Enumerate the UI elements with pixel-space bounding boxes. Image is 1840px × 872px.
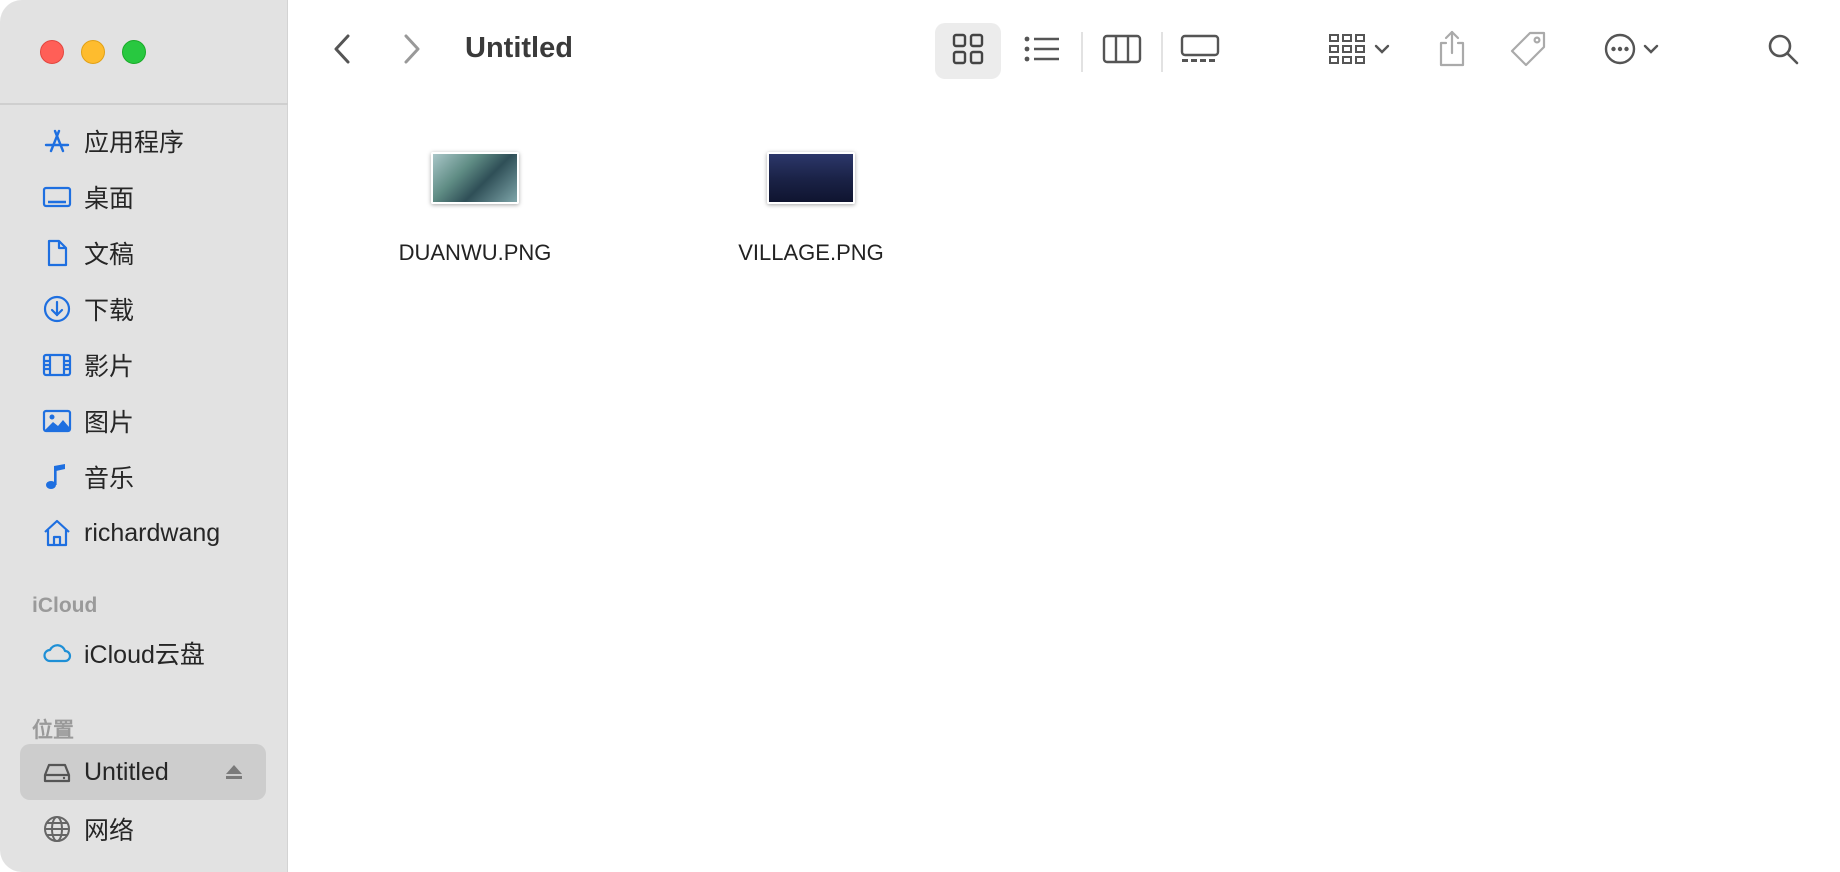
- search-button[interactable]: [1755, 23, 1811, 79]
- file-name: DUANWU.PNG: [398, 240, 552, 265]
- music-icon: [20, 461, 84, 493]
- chevron-right-icon: [400, 32, 422, 71]
- toolbar-divider: [1161, 32, 1163, 72]
- sidebar-item-label: 图片: [84, 409, 135, 437]
- file-item[interactable]: DUANWU.PNG: [365, 152, 585, 266]
- tag-button[interactable]: [1501, 23, 1555, 79]
- file-browser-content: DUANWU.PNG VILLAGE.PNG: [289, 104, 1840, 872]
- sidebar-item-label: 应用程序: [84, 129, 185, 157]
- sidebar-item-pictures[interactable]: 图片: [20, 393, 266, 449]
- sidebar-item-label: richardwang: [84, 518, 221, 547]
- group-button[interactable]: [1319, 23, 1399, 79]
- sidebar-item-untitled-drive[interactable]: Untitled: [20, 744, 266, 800]
- forward-button[interactable]: [393, 26, 429, 76]
- sidebar-item-music[interactable]: 音乐: [20, 449, 266, 505]
- window-controls: [40, 40, 146, 64]
- back-button[interactable]: [325, 26, 361, 76]
- desktop-icon: [20, 181, 84, 213]
- photo-icon: [20, 405, 84, 437]
- group-icon: [1328, 32, 1368, 71]
- sidebar-item-applications[interactable]: 应用程序: [20, 113, 266, 169]
- zoom-window-button[interactable]: [122, 40, 146, 64]
- list-view-button[interactable]: [1009, 23, 1075, 79]
- toolbar-divider: [1081, 32, 1083, 72]
- ellipsis-circle-icon: [1603, 32, 1637, 71]
- sidebar-item-documents[interactable]: 文稿: [20, 225, 266, 281]
- list-view-icon: [1023, 34, 1061, 69]
- sidebar-item-label: Untitled: [84, 757, 169, 786]
- file-item[interactable]: VILLAGE.PNG: [701, 152, 921, 266]
- toolbar: Untitled: [289, 0, 1840, 104]
- column-view-icon: [1102, 33, 1142, 70]
- chevron-down-icon: [1643, 42, 1659, 60]
- column-view-button[interactable]: [1089, 23, 1155, 79]
- sidebar-item-label: 桌面: [84, 185, 135, 213]
- more-actions-button[interactable]: [1591, 23, 1671, 79]
- sidebar-item-network[interactable]: 网络: [20, 801, 266, 857]
- close-window-button[interactable]: [40, 40, 64, 64]
- share-button[interactable]: [1425, 23, 1479, 79]
- image-thumbnail: [431, 152, 519, 204]
- image-thumbnail: [767, 152, 855, 204]
- applications-icon: [20, 125, 84, 157]
- sidebar: 应用程序 桌面 文稿 下载 影片 图片 音乐 richardwang iClou…: [0, 0, 288, 872]
- minimize-window-button[interactable]: [81, 40, 105, 64]
- tag-icon: [1508, 29, 1548, 74]
- globe-icon: [20, 813, 84, 845]
- sidebar-item-label: 影片: [84, 353, 135, 381]
- sidebar-item-label: 音乐: [84, 465, 135, 493]
- drive-icon: [20, 756, 84, 788]
- sidebar-item-label: 下载: [84, 297, 135, 325]
- sidebar-item-desktop[interactable]: 桌面: [20, 169, 266, 225]
- sidebar-item-movies[interactable]: 影片: [20, 337, 266, 393]
- home-icon: [20, 517, 84, 549]
- sidebar-item-icloud-drive[interactable]: iCloud云盘: [20, 625, 266, 681]
- sidebar-item-label: 网络: [84, 817, 135, 845]
- window-title: Untitled: [465, 32, 573, 64]
- sidebar-item-label: 文稿: [84, 241, 135, 269]
- file-name: VILLAGE.PNG: [738, 240, 884, 265]
- icon-view-button[interactable]: [935, 23, 1001, 79]
- film-icon: [20, 349, 84, 381]
- finder-window: 应用程序 桌面 文稿 下载 影片 图片 音乐 richardwang iClou…: [0, 0, 1840, 872]
- sidebar-divider: [0, 103, 288, 105]
- download-icon: [20, 293, 84, 325]
- sidebar-heading-icloud: iCloud: [32, 594, 98, 617]
- sidebar-item-downloads[interactable]: 下载: [20, 281, 266, 337]
- gallery-view-icon: [1180, 33, 1220, 70]
- eject-icon[interactable]: [224, 762, 244, 787]
- sidebar-item-home[interactable]: richardwang: [20, 505, 266, 561]
- chevron-down-icon: [1374, 42, 1390, 60]
- sidebar-heading-locations: 位置: [32, 719, 74, 742]
- share-icon: [1436, 29, 1468, 74]
- icon-view-icon: [951, 32, 985, 71]
- sidebar-item-label: iCloud云盘: [84, 641, 205, 669]
- search-icon: [1766, 32, 1800, 71]
- document-icon: [20, 237, 84, 269]
- cloud-icon: [20, 637, 84, 669]
- gallery-view-button[interactable]: [1167, 23, 1233, 79]
- chevron-left-icon: [332, 32, 354, 71]
